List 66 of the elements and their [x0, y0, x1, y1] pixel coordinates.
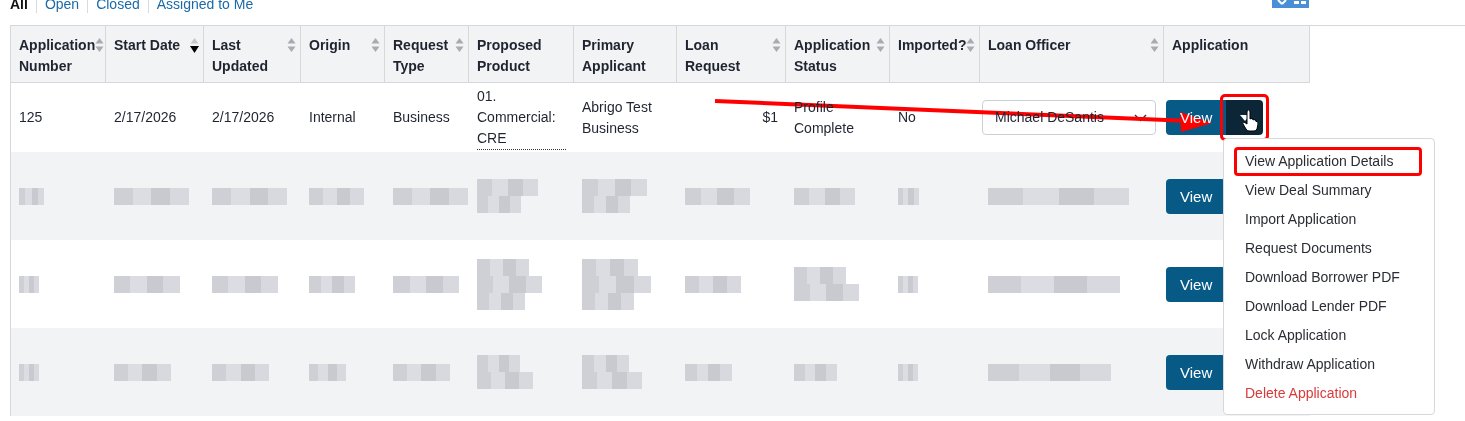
blurred-text [477, 355, 520, 372]
blurred-text [477, 179, 538, 196]
blurred-text [477, 258, 529, 276]
blurred-text [794, 363, 837, 381]
blurred-text [393, 275, 459, 293]
blurred-text [309, 363, 346, 381]
blurred-text [477, 275, 542, 293]
table-cell-text: No [898, 108, 916, 127]
blurred-text [212, 363, 269, 381]
menu-item[interactable]: Delete Application [1234, 379, 1422, 408]
blurred-text [794, 187, 855, 205]
blurred-text [582, 179, 647, 196]
menu-item[interactable]: Download Borrower PDF [1234, 263, 1422, 292]
table-cell-text: Business [393, 108, 450, 127]
blurred-text [794, 284, 859, 301]
menu-item[interactable]: View Application Details [1234, 147, 1422, 176]
blurred-text [582, 196, 630, 213]
blurred-text [477, 372, 533, 389]
blurred-text [582, 372, 642, 389]
blurred-text [582, 275, 651, 293]
menu-item[interactable]: Withdraw Application [1234, 350, 1422, 379]
blurred-text [19, 275, 39, 293]
menu-item[interactable]: Import Application [1234, 205, 1422, 234]
blurred-text [898, 187, 919, 205]
menu-item[interactable]: Download Lender PDF [1234, 292, 1422, 321]
spreadsheet-icon[interactable] [1272, 0, 1309, 8]
blurred-text [685, 363, 732, 381]
column-header[interactable]: Start Date [106, 26, 204, 83]
column-header[interactable]: Last Updated [204, 26, 301, 83]
table-cell-text: 2/17/2026 [212, 108, 275, 127]
column-header[interactable]: Request Type [385, 26, 469, 83]
table-cell-text: Internal [309, 108, 356, 127]
blurred-text [114, 275, 180, 293]
column-header[interactable]: Origin [301, 26, 385, 83]
column-header[interactable]: Proposed Product [469, 26, 574, 83]
table-cell-text: 2/17/2026 [114, 108, 177, 127]
blurred-text [794, 267, 846, 284]
column-header[interactable]: Primary Applicant [574, 26, 677, 83]
table-cell-text: $1 [762, 108, 778, 127]
blurred-text [685, 187, 750, 205]
blurred-text [477, 196, 521, 213]
blurred-text [582, 258, 638, 276]
blurred-text [19, 187, 44, 205]
menu-item[interactable]: Request Documents [1234, 234, 1422, 263]
blurred-text [898, 363, 918, 381]
blurred-text [309, 275, 355, 293]
column-header[interactable]: Application [1164, 26, 1310, 83]
blurred-text [212, 275, 278, 293]
blurred-text [309, 187, 364, 205]
column-header[interactable]: Imported? [890, 26, 980, 83]
filter-tab[interactable]: Open [36, 0, 88, 13]
blurred-text [114, 363, 171, 381]
blurred-text [582, 355, 629, 372]
blurred-text [19, 363, 39, 381]
blurred-text [898, 275, 918, 293]
column-header[interactable]: Loan Request [677, 26, 786, 83]
blurred-text [393, 363, 450, 381]
column-header[interactable]: Loan Officer [980, 26, 1164, 83]
table-cell-text: Abrigo Test Business [582, 97, 653, 138]
hand-cursor-icon [1242, 110, 1258, 132]
column-header[interactable]: Application Status [786, 26, 890, 83]
blurred-text [685, 275, 741, 293]
menu-item[interactable]: View Deal Summary [1234, 176, 1422, 205]
menu-item[interactable]: Lock Application [1234, 321, 1422, 350]
column-header[interactable]: Application Number [11, 26, 106, 83]
table-cell-text: 125 [19, 108, 43, 127]
